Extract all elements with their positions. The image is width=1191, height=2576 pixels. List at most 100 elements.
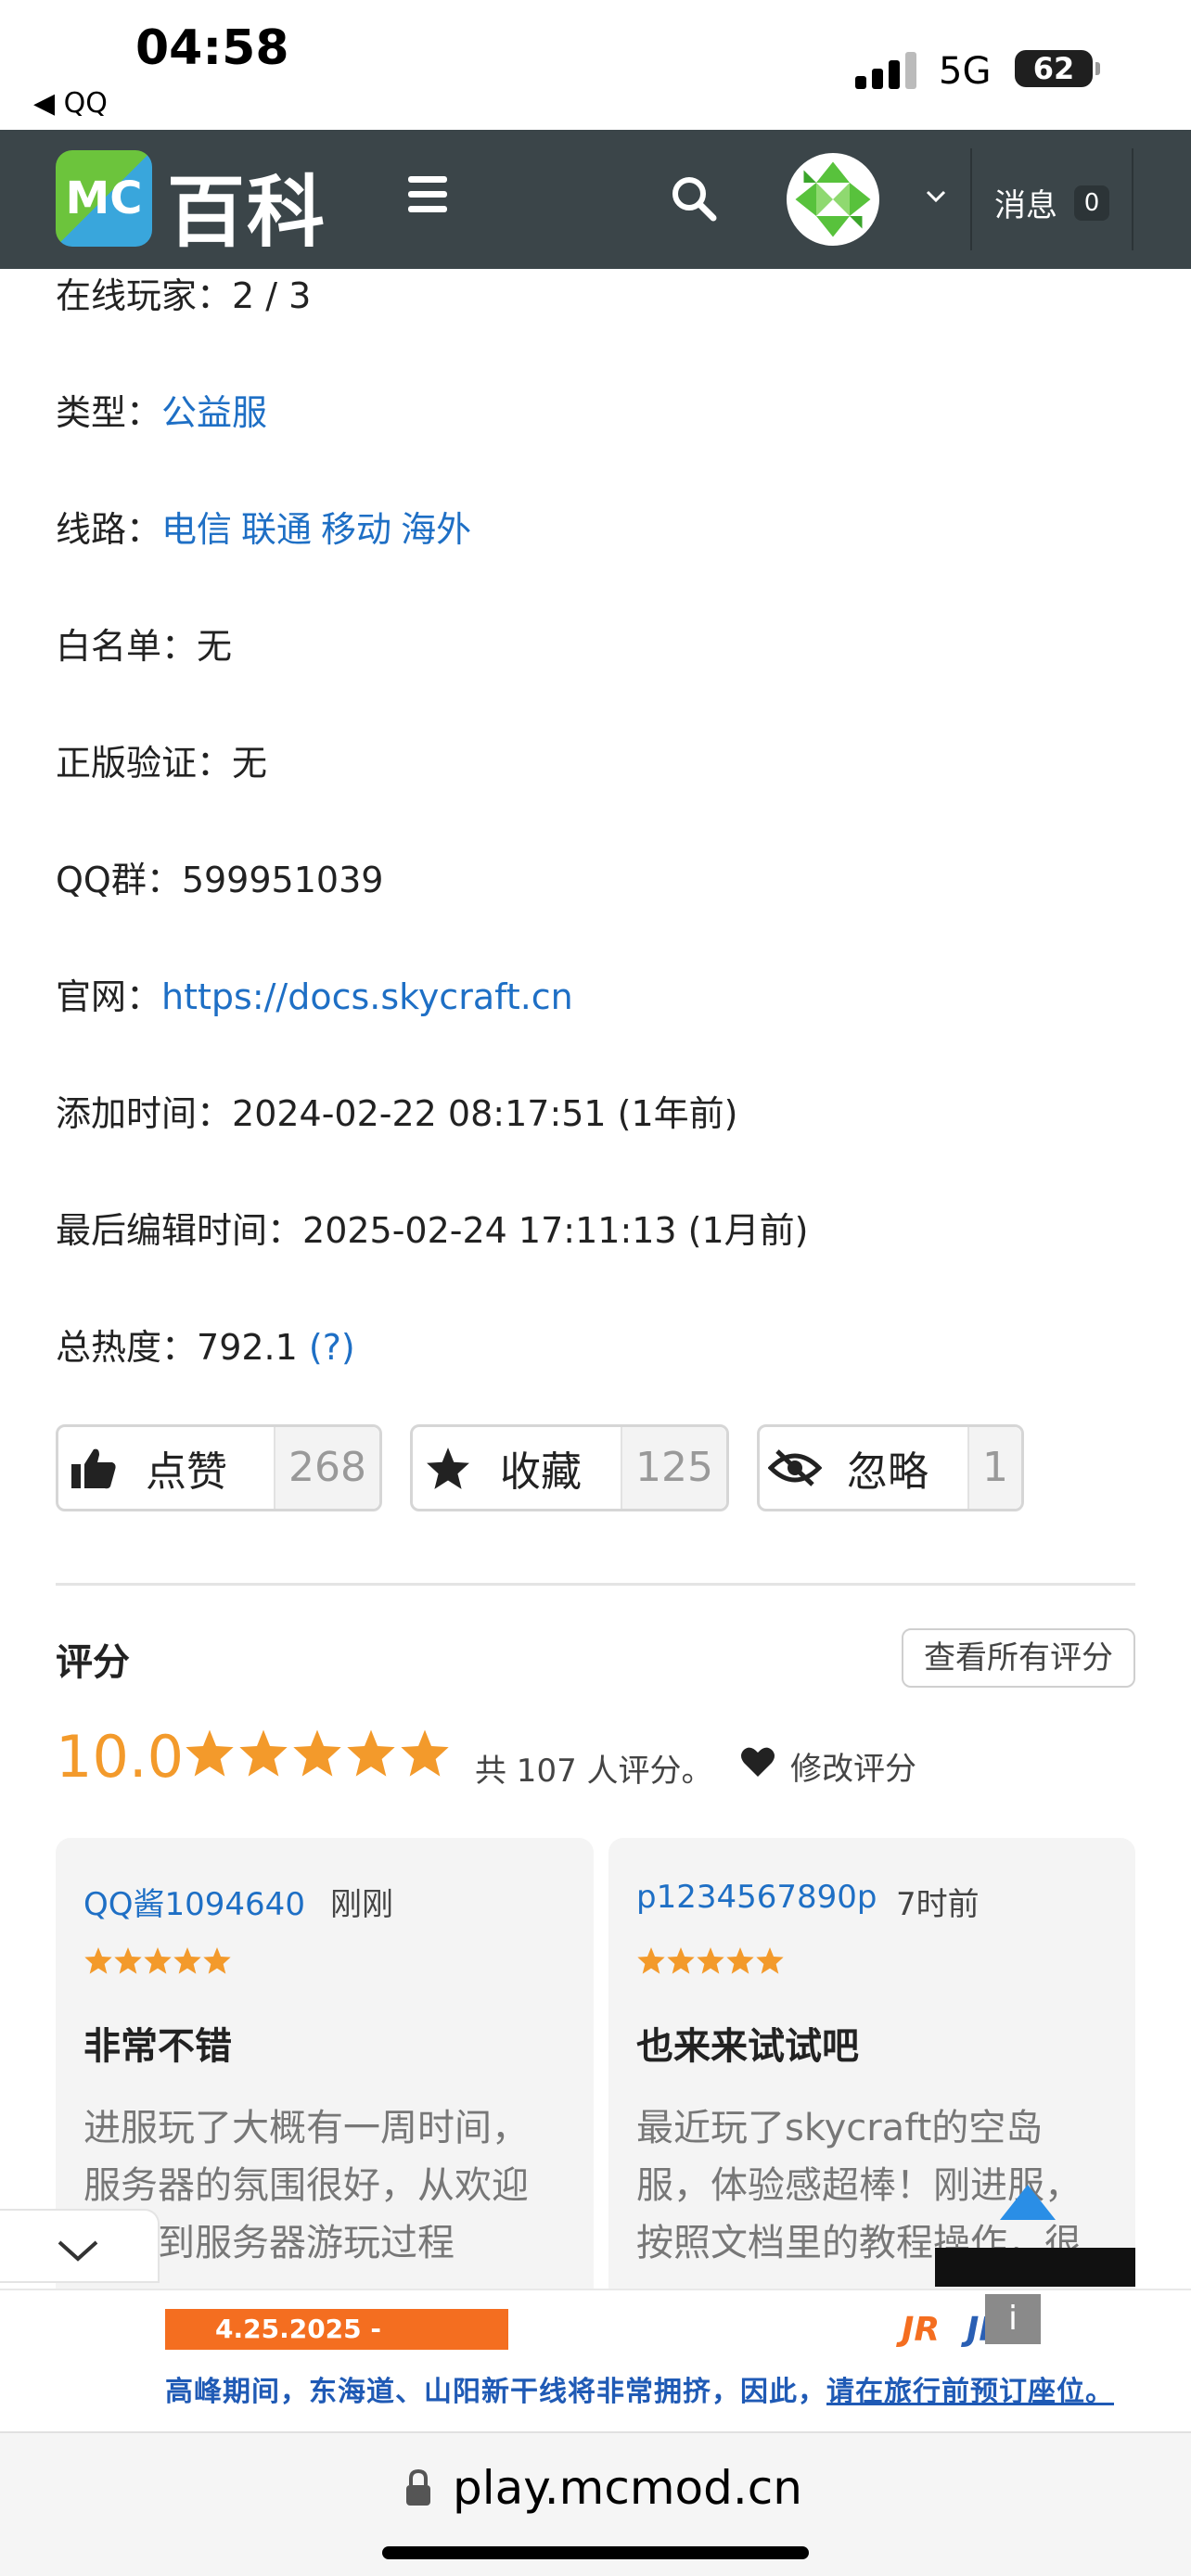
qq-value: 599951039	[181, 860, 384, 900]
ad-banner[interactable]: 4.25.2025 - 5.6.2025 JR JR 高峰期间，东海道、山阳新干…	[150, 2294, 1113, 2424]
whitelist-label: 白名单：	[56, 626, 198, 667]
heart-icon[interactable]	[740, 1745, 775, 1779]
menu-icon[interactable]	[408, 176, 447, 213]
website-label: 官网：	[56, 976, 162, 1017]
star-icon	[427, 1447, 469, 1489]
favorite-label: 收藏	[500, 1448, 582, 1496]
route-link-telecom[interactable]: 电信	[161, 509, 232, 550]
ad-text: 高峰期间，东海道、山阳新干线将非常拥挤，因此，请在旅行前预订座位。	[165, 2368, 1114, 2409]
ad-text-main: 高峰期间，东海道、山阳新干线将非常拥挤，因此，	[165, 2376, 826, 2408]
info-premium: 正版验证：无	[56, 734, 267, 785]
route-link-mobile[interactable]: 移动	[321, 509, 391, 550]
star-icon	[293, 1729, 341, 1777]
home-indicator	[382, 2546, 809, 2559]
review-stars	[83, 1945, 232, 1975]
like-label: 点赞	[146, 1448, 227, 1496]
players-label: 在线玩家：	[56, 275, 233, 316]
premium-value: 无	[232, 743, 268, 784]
network-type: 5G	[939, 50, 992, 93]
heat-help-link[interactable]: (?)	[309, 1327, 355, 1368]
signal-icon	[855, 48, 920, 89]
star-icon	[239, 1729, 288, 1777]
website-link[interactable]: https://docs.skycraft.cn	[161, 976, 573, 1017]
thumbs-up-icon	[71, 1448, 116, 1489]
url-text[interactable]: play.mcmod.cn	[453, 2461, 802, 2515]
route-link-overseas[interactable]: 海外	[401, 509, 471, 550]
premium-label: 正版验证：	[56, 743, 233, 784]
star-icon	[173, 1947, 201, 1974]
messages-link[interactable]: 消息	[994, 180, 1057, 225]
star-icon	[84, 1947, 112, 1974]
review-user-link[interactable]: QQ酱1094640	[83, 1879, 305, 1924]
type-link[interactable]: 公益服	[161, 392, 267, 433]
battery-icon: 62	[1015, 50, 1100, 87]
rating-score: 10.0	[56, 1723, 185, 1791]
review-time: 7时前	[896, 1886, 980, 1923]
players-value: 2 / 3	[232, 275, 312, 316]
ad-text-link[interactable]: 请在旅行前预订座位。	[826, 2376, 1114, 2408]
info-website: 官网：https://docs.skycraft.cn	[56, 968, 573, 1019]
battery-level: 62	[1032, 51, 1075, 86]
whitelist-value: 无	[197, 626, 233, 667]
added-label: 添加时间：	[56, 1093, 233, 1134]
review-body-line: 服务器的氛围很好，从欢迎	[83, 2164, 529, 2207]
rating-stars	[184, 1727, 453, 1779]
favorite-count: 125	[621, 1427, 726, 1509]
collapse-ad-button[interactable]	[0, 2209, 160, 2283]
info-type: 类型：公益服	[56, 384, 267, 435]
rating-title: 评分	[56, 1641, 130, 1684]
heat-label: 总热度：	[56, 1327, 198, 1368]
logo-text[interactable]: 百科	[167, 150, 327, 262]
star-icon	[144, 1947, 172, 1974]
like-button[interactable]: 点赞 268	[56, 1424, 382, 1511]
star-icon	[667, 1947, 695, 1974]
review-title: 非常不错	[83, 2025, 232, 2068]
review-user-link[interactable]: p1234567890p	[636, 1879, 877, 1916]
info-added-time: 添加时间：2024-02-22 08:17:51 (1年前)	[56, 1085, 738, 1136]
star-icon	[401, 1729, 449, 1777]
avatar[interactable]	[787, 153, 879, 246]
status-bar: 04:58 ◀ QQ 5G 62	[0, 0, 1191, 130]
ignore-label: 忽略	[847, 1448, 928, 1496]
route-link-unicom[interactable]: 联通	[241, 509, 312, 550]
review-body-line: 最近玩了skycraft的空岛	[636, 2107, 1044, 2149]
ignore-button[interactable]: 忽略 1	[757, 1424, 1024, 1511]
star-icon	[637, 1947, 665, 1974]
status-time: 04:58	[135, 20, 289, 76]
chevron-down-icon[interactable]	[922, 182, 950, 210]
avatar-pattern-icon	[791, 158, 875, 241]
messages-count-badge: 0	[1074, 185, 1109, 221]
review-body-line: 进服玩了大概有一周时间，	[83, 2107, 529, 2149]
section-divider	[56, 1583, 1135, 1586]
star-icon	[114, 1947, 142, 1974]
review-title: 也来来试试吧	[636, 2025, 859, 2068]
edit-rating-button[interactable]: 修改评分	[790, 1743, 916, 1789]
nav-divider	[1132, 148, 1133, 250]
info-qq-group: QQ群：599951039	[56, 851, 383, 902]
star-icon	[697, 1947, 724, 1974]
rating-count: 共 107 人评分。	[475, 1753, 713, 1790]
ad-info-button[interactable]: i	[985, 2294, 1041, 2344]
info-edited-time: 最后编辑时间：2025-02-24 17:11:13 (1月前)	[56, 1202, 809, 1253]
nav-divider	[970, 148, 972, 250]
scroll-to-top-button[interactable]	[935, 2185, 1135, 2287]
like-count: 268	[274, 1427, 379, 1509]
review-stars	[636, 1945, 785, 1975]
logo-mc-text: MC	[65, 172, 143, 224]
info-players: 在线玩家：2 / 3	[56, 267, 311, 318]
logo[interactable]: MC	[56, 150, 152, 247]
star-icon	[756, 1947, 784, 1974]
browser-address-bar[interactable]: play.mcmod.cn	[0, 2431, 1191, 2576]
favorite-button[interactable]: 收藏 125	[410, 1424, 729, 1511]
star-icon	[186, 1729, 234, 1777]
search-icon[interactable]	[670, 174, 718, 223]
ad-dates: 4.25.2025 - 5.6.2025	[165, 2309, 508, 2385]
star-icon	[203, 1947, 231, 1974]
review-time: 刚刚	[330, 1886, 393, 1923]
type-label: 类型：	[56, 392, 162, 433]
edited-value: 2025-02-24 17:11:13 (1月前)	[302, 1210, 809, 1251]
view-all-ratings-button[interactable]: 查看所有评分	[902, 1628, 1135, 1688]
back-to-app[interactable]: ◀ QQ	[33, 87, 108, 120]
edited-label: 最后编辑时间：	[56, 1210, 303, 1251]
qq-label: QQ群：	[56, 860, 182, 900]
